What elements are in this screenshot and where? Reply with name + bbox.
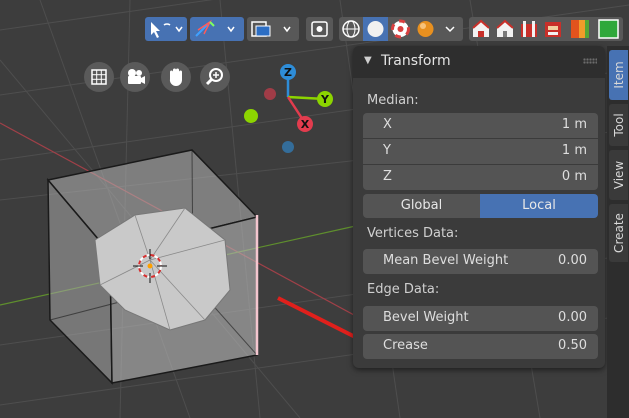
house-button-1[interactable] — [469, 17, 493, 41]
tab-item[interactable]: Item — [609, 50, 628, 100]
house-button-2[interactable] — [493, 17, 517, 41]
zoom-icon — [205, 68, 223, 86]
house-button-3[interactable] — [517, 17, 541, 41]
camera-view-button[interactable] — [120, 62, 150, 92]
gizmo-y-label: Y — [320, 93, 330, 106]
local-label: Local — [522, 198, 556, 213]
navigation-gizmo[interactable]: Z Y X — [230, 55, 350, 165]
grid-view-icon — [91, 69, 107, 85]
field-value: 0 m — [561, 169, 587, 184]
xray-toggle-icon — [311, 21, 328, 37]
median-label: Median: — [367, 93, 419, 108]
tab-label: Tool — [611, 113, 626, 137]
cube-object — [46, 149, 259, 385]
field-label: Mean Bevel Weight — [383, 253, 509, 268]
vertices-data-label: Vertices Data: — [367, 226, 459, 241]
global-toggle-button[interactable]: Global — [363, 194, 480, 218]
bevel-weight-field[interactable]: Bevel Weight 0.00 — [363, 306, 598, 331]
mean-bevel-weight-field[interactable]: Mean Bevel Weight 0.00 — [363, 249, 598, 274]
gizmo-neg-z-axis[interactable] — [282, 141, 294, 153]
gizmo-z-label: Z — [284, 66, 292, 79]
field-label: Bevel Weight — [383, 310, 469, 325]
overlays-dropdown[interactable] — [247, 17, 299, 41]
hand-pan-icon — [169, 68, 182, 87]
sidebar-tabs: Item Tool View Create — [607, 46, 629, 418]
tab-create[interactable]: Create — [609, 204, 628, 262]
field-value: 0.00 — [558, 253, 587, 268]
field-value: 1 m — [561, 143, 587, 158]
field-label: Y — [383, 143, 391, 158]
field-label: Crease — [383, 338, 428, 353]
3d-viewport[interactable]: Z Y X ▼ Transform Median: X 1 m Y 1 m Z … — [0, 0, 629, 418]
select-mode-icon — [151, 22, 183, 38]
shading-solid-icon — [367, 21, 384, 37]
local-toggle-button[interactable]: Local — [480, 194, 598, 218]
overlays-icon — [251, 21, 291, 37]
shading-solid-button[interactable] — [363, 17, 388, 41]
house-icon — [496, 19, 514, 37]
chevron-down-icon — [445, 26, 455, 33]
shading-rendered-icon — [417, 21, 434, 37]
addon-buttons-group — [469, 17, 623, 41]
median-x-field[interactable]: X 1 m — [363, 113, 598, 138]
drag-grip-icon[interactable] — [583, 58, 597, 64]
house-button-4[interactable] — [541, 17, 565, 41]
house-icon — [545, 22, 561, 37]
global-label: Global — [400, 198, 443, 213]
tab-label: View — [611, 160, 626, 190]
transform-gizmo-icon — [195, 19, 235, 37]
tab-view[interactable]: View — [609, 150, 628, 200]
median-y-field[interactable]: Y 1 m — [363, 139, 598, 164]
tab-label: Item — [611, 61, 626, 89]
shading-wireframe-button[interactable] — [339, 17, 363, 41]
color-swatch-icon — [598, 19, 619, 39]
field-value: 0.00 — [558, 310, 587, 325]
panel-header[interactable]: ▼ Transform — [353, 46, 605, 78]
tab-tool[interactable]: Tool — [609, 104, 628, 146]
tab-label: Create — [611, 213, 626, 253]
field-label: X — [383, 117, 392, 132]
color-swatch-button-2[interactable] — [595, 17, 623, 41]
shading-rendered-button[interactable] — [413, 17, 438, 41]
select-mode-dropdown[interactable] — [145, 17, 187, 41]
collapse-arrow-icon[interactable]: ▼ — [364, 55, 372, 66]
toggle-ortho-button[interactable] — [84, 62, 114, 92]
color-swatch-icon — [571, 20, 589, 38]
field-label: Z — [383, 169, 392, 184]
shading-group — [339, 17, 463, 41]
gizmo-x-label: X — [301, 118, 310, 131]
transform-gizmo-dropdown[interactable] — [190, 17, 244, 41]
gizmo-neg-x-axis[interactable] — [264, 88, 276, 100]
camera-icon — [128, 69, 145, 84]
crease-field[interactable]: Crease 0.50 — [363, 334, 598, 359]
house-icon — [472, 19, 490, 37]
xray-toggle-button[interactable] — [306, 17, 333, 41]
transform-panel: ▼ Transform Median: X 1 m Y 1 m Z 0 m Gl… — [353, 46, 605, 368]
median-z-field[interactable]: Z 0 m — [363, 165, 598, 190]
house-icon — [521, 21, 537, 37]
pan-view-button[interactable] — [161, 62, 191, 92]
color-swatch-button-1[interactable] — [567, 17, 593, 41]
shading-wireframe-icon — [342, 20, 360, 38]
zoom-view-button[interactable] — [200, 62, 230, 92]
field-value: 0.50 — [558, 338, 587, 353]
panel-title: Transform — [381, 53, 451, 69]
gizmo-neg-y-axis[interactable] — [244, 109, 258, 123]
shading-options-dropdown[interactable] — [438, 17, 463, 41]
shading-material-button[interactable] — [388, 17, 413, 41]
edge-data-label: Edge Data: — [367, 282, 440, 297]
field-value: 1 m — [561, 117, 587, 132]
shading-material-icon — [391, 19, 410, 39]
